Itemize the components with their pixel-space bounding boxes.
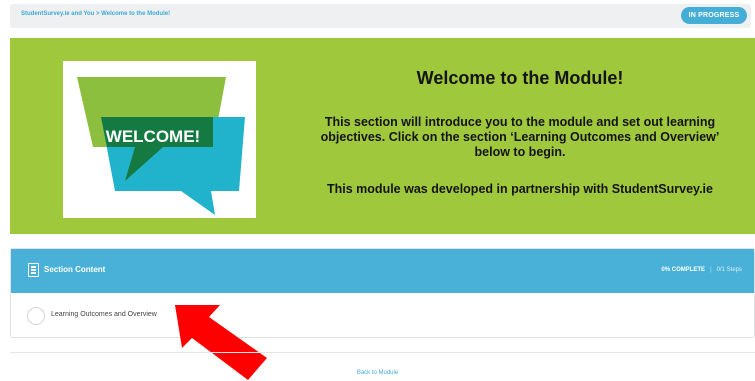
section-content-card: Section Content 0% COMPLETE | 0/1 Steps Le… bbox=[10, 248, 755, 338]
lesson-status-circle-icon bbox=[27, 307, 45, 325]
section-progress: 0% COMPLETE | 0/1 Steps bbox=[661, 267, 742, 273]
hero-intro-line: This section will introduce you to the m… bbox=[324, 115, 716, 129]
hero-title: Welcome to the Module! bbox=[416, 68, 624, 88]
progress-separator: | bbox=[710, 267, 712, 273]
welcome-image-text: WELCOME! bbox=[106, 127, 200, 146]
hero-intro-line: below to begin. bbox=[474, 145, 566, 159]
welcome-image: WELCOME! bbox=[63, 61, 256, 218]
section-header: Section Content 0% COMPLETE | 0/1 Steps bbox=[11, 249, 754, 293]
welcome-banner: WELCOME! Welcome to the Module! This sec… bbox=[10, 38, 755, 234]
progress-steps: 0/1 Steps bbox=[716, 267, 742, 273]
divider bbox=[10, 352, 755, 353]
lesson-link[interactable]: Learning Outcomes and Overview bbox=[51, 311, 157, 318]
document-icon bbox=[28, 263, 39, 277]
section-title: Section Content bbox=[44, 265, 106, 274]
status-badge: IN PROGRESS bbox=[681, 7, 747, 24]
back-to-module-link[interactable]: Back to Module bbox=[0, 370, 755, 376]
hero-intro-line: objectives. Click on the section ‘Learni… bbox=[320, 130, 720, 144]
top-bar: StudentSurvey.ie and You > Welcome to th… bbox=[10, 4, 751, 28]
progress-percent: 0% COMPLETE bbox=[661, 267, 706, 273]
lesson-item[interactable]: Learning Outcomes and Overview bbox=[11, 293, 754, 339]
hero-intro: This section will introduce you to the m… bbox=[300, 115, 740, 160]
welcome-speech-bubbles-icon: WELCOME! bbox=[77, 77, 245, 215]
hero-credit: This module was developed in partnership… bbox=[327, 182, 713, 196]
breadcrumb[interactable]: StudentSurvey.ie and You > Welcome to th… bbox=[21, 11, 170, 17]
